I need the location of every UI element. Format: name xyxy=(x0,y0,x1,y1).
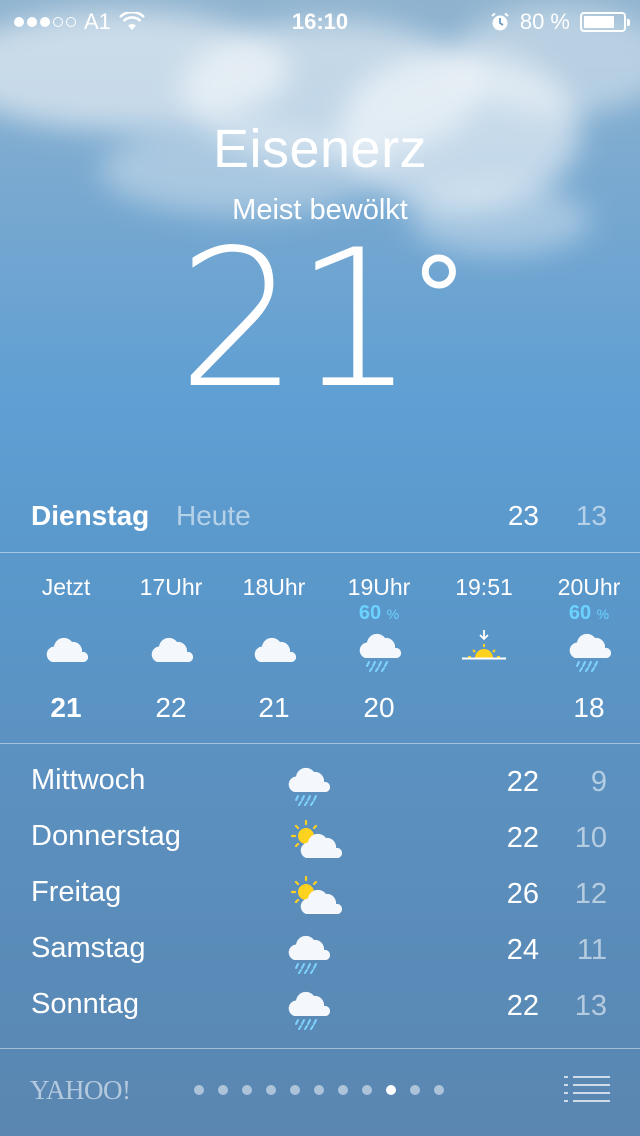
day-high: 22 xyxy=(506,822,539,854)
hourly-time: 17Uhr xyxy=(139,574,203,600)
day-name: Mittwoch xyxy=(31,764,146,796)
page-dot[interactable] xyxy=(386,1085,396,1095)
hourly-time: 19:51 xyxy=(455,574,513,600)
daily-forecast-row: Samstag 24 11 xyxy=(0,924,640,980)
alarm-clock-icon xyxy=(491,12,509,31)
hourly-item: 19:51 xyxy=(432,556,536,742)
day-low: 12 xyxy=(574,878,607,910)
daily-forecast[interactable]: Mittwoch 22 9 Donnerstag 22 10 Freitag 26 12 Sams… xyxy=(0,756,640,1036)
day-high: 26 xyxy=(506,878,539,910)
daily-forecast-row: Sonntag 22 13 xyxy=(0,980,640,1036)
day-low: 11 xyxy=(576,934,607,966)
today-low: 13 xyxy=(575,500,607,531)
page-dot[interactable] xyxy=(290,1085,300,1095)
page-dot[interactable] xyxy=(242,1085,252,1095)
day-name: Sonntag xyxy=(31,988,140,1020)
rain-cloud-icon xyxy=(286,762,342,810)
battery-percentage: 80 % xyxy=(519,9,570,34)
page-dot[interactable] xyxy=(314,1085,324,1095)
hourly-temperature: 20 xyxy=(363,692,395,723)
daily-forecast-row: Donnerstag 22 10 xyxy=(0,812,640,868)
rain-cloud-icon xyxy=(357,628,402,672)
page-dot[interactable] xyxy=(266,1085,276,1095)
day-high: 22 xyxy=(506,990,539,1022)
hourly-time: Jetzt xyxy=(41,574,91,600)
rain-cloud-icon xyxy=(567,628,612,672)
hourly-temperature: 18 xyxy=(573,692,605,723)
bottom-bar: YAHOO! xyxy=(0,1049,640,1136)
rain-cloud-icon xyxy=(286,986,342,1034)
battery-icon xyxy=(580,12,630,32)
cloud-icon xyxy=(44,628,89,672)
divider xyxy=(0,743,640,744)
divider xyxy=(0,552,640,553)
day-high: 24 xyxy=(506,934,539,966)
today-high: 23 xyxy=(507,500,539,531)
day-name: Freitag xyxy=(31,876,122,908)
today-summary-row: Dienstag Heute 23 13 xyxy=(0,496,640,540)
page-dot[interactable] xyxy=(434,1085,444,1095)
partly-sunny-icon xyxy=(286,818,343,866)
daily-forecast-row: Freitag 26 12 xyxy=(0,868,640,924)
hourly-time: 18Uhr xyxy=(242,574,306,600)
status-bar: A1 16:10 80 % xyxy=(0,0,640,40)
current-temperature: 21° xyxy=(177,209,467,430)
page-indicator[interactable] xyxy=(194,1085,444,1095)
hourly-item: 20Uhr 60 % 18 xyxy=(537,556,640,742)
day-name: Samstag xyxy=(31,932,146,964)
hourly-temperature: 21 xyxy=(258,692,290,723)
hourly-temperature: 21 xyxy=(50,692,82,723)
hourly-item: 18Uhr 21 xyxy=(222,556,326,742)
today-day-label: Dienstag xyxy=(31,500,150,531)
hourly-temperature: 22 xyxy=(155,692,187,723)
cloud-icon xyxy=(252,628,297,672)
hourly-item: Jetzt 21 xyxy=(14,556,118,742)
city-name: Eisenerz xyxy=(212,119,428,179)
page-dot[interactable] xyxy=(410,1085,420,1095)
page-dot[interactable] xyxy=(362,1085,372,1095)
yahoo-logo[interactable]: YAHOO! xyxy=(30,1075,131,1106)
cloud-icon xyxy=(149,628,194,672)
precipitation-chance: 60 % xyxy=(358,602,400,624)
page-dot[interactable] xyxy=(338,1085,348,1095)
day-high: 22 xyxy=(506,766,539,798)
hourly-forecast[interactable]: Jetzt 21 17Uhr 22 18Uhr 21 19Uhr 60 % 20 19:51 20U… xyxy=(0,556,640,742)
hourly-item: 19Uhr 60 % 20 xyxy=(327,556,431,742)
day-low: 13 xyxy=(574,990,607,1022)
daily-forecast-row: Mittwoch 22 9 xyxy=(0,756,640,812)
day-low: 10 xyxy=(574,822,607,854)
hourly-time: 19Uhr xyxy=(347,574,411,600)
page-dot[interactable] xyxy=(194,1085,204,1095)
rain-cloud-icon xyxy=(286,930,342,978)
precipitation-chance: 60 % xyxy=(568,602,610,624)
list-icon[interactable] xyxy=(564,1075,610,1105)
hourly-item: 17Uhr 22 xyxy=(119,556,223,742)
day-name: Donnerstag xyxy=(31,820,181,852)
day-low: 9 xyxy=(590,766,607,798)
page-dot[interactable] xyxy=(218,1085,228,1095)
hourly-time: 20Uhr xyxy=(557,574,621,600)
sunset-icon xyxy=(462,628,506,672)
today-label: Heute xyxy=(176,500,251,531)
partly-sunny-icon xyxy=(286,874,343,922)
